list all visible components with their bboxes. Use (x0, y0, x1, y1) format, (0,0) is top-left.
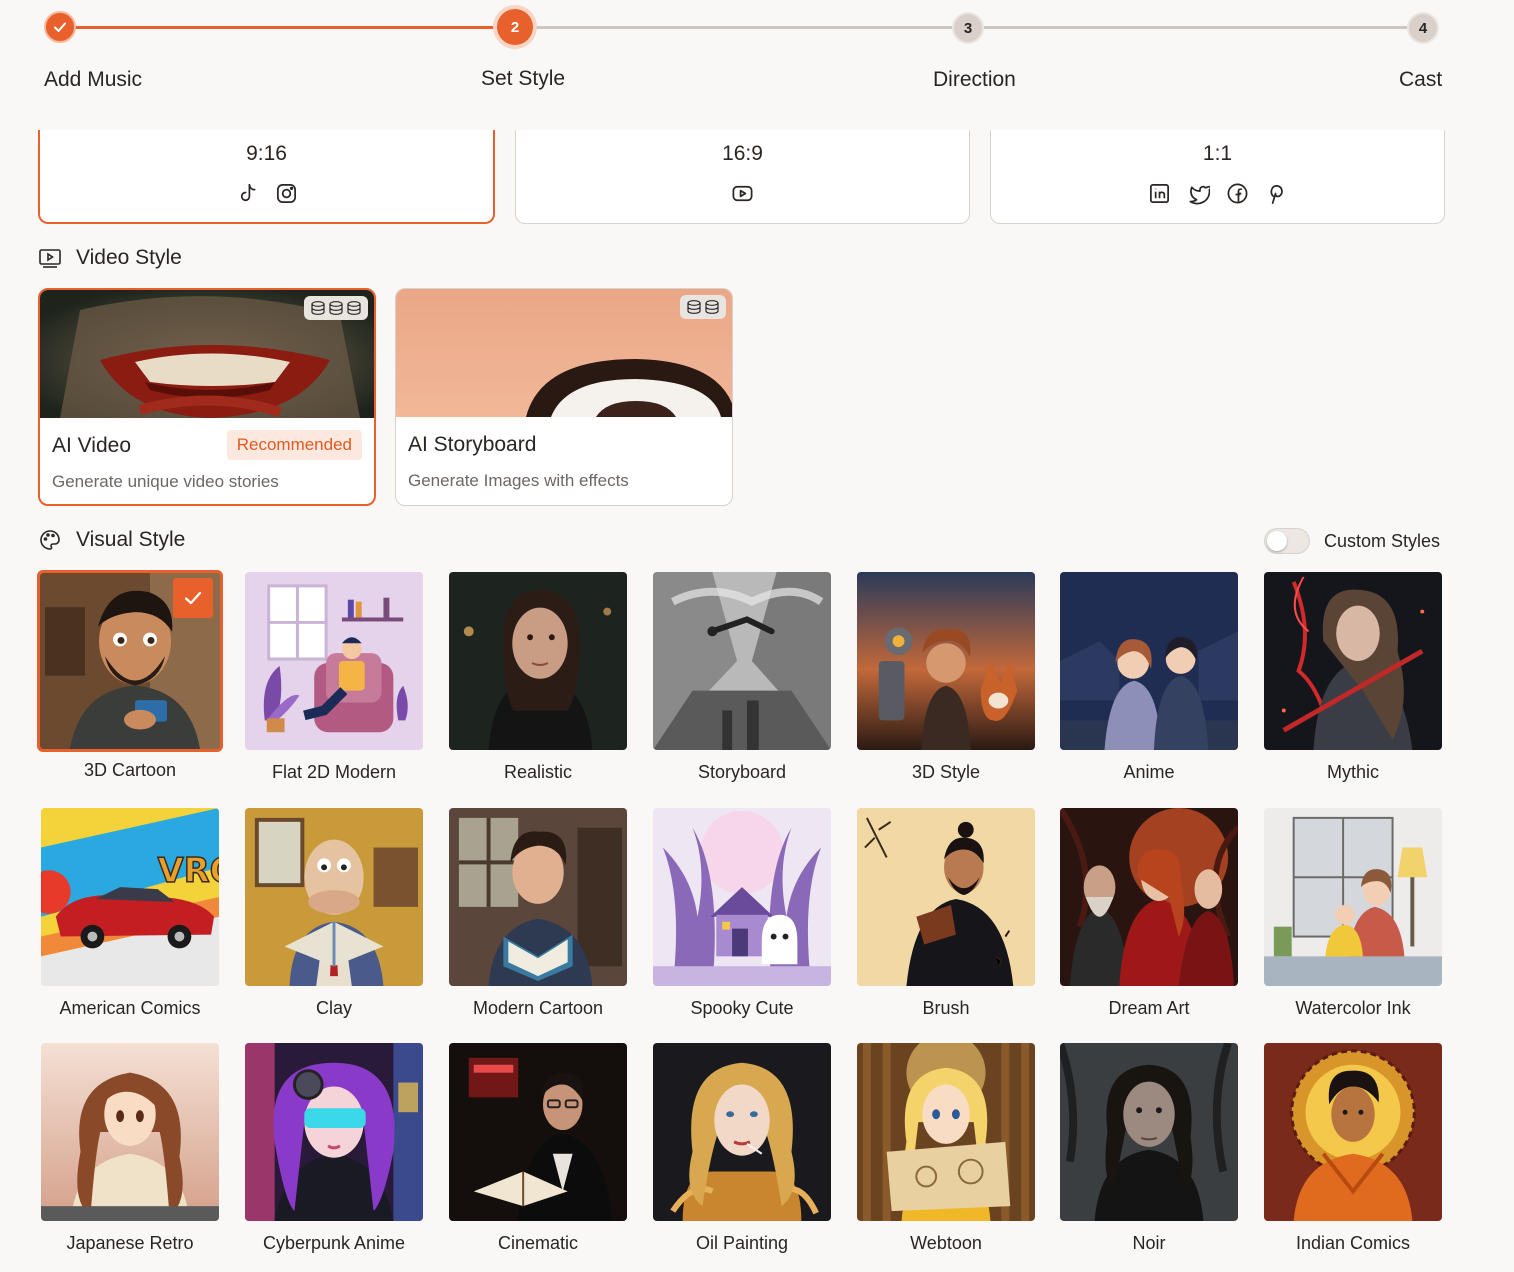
style-name: 3D Cartoon (83, 760, 177, 780)
style-name: Storyboard (697, 762, 787, 782)
selected-check-icon (173, 578, 213, 618)
palette-icon (40, 530, 60, 550)
step-2-label[interactable]: Set Style (481, 67, 565, 91)
step-2-indicator[interactable]: 2 (497, 9, 533, 45)
step-1-check-icon[interactable] (44, 11, 76, 43)
style-name: Cinematic (497, 1233, 579, 1253)
coin-stack-icon (311, 301, 325, 315)
style-name: Anime (1123, 762, 1175, 782)
card-title: AI Video (52, 434, 132, 457)
instagram-icon (276, 184, 296, 203)
video-style-title: Video Style (76, 246, 182, 269)
ai-storyboard-thumbnail (396, 289, 732, 417)
ratio-label: 1:1 (1202, 142, 1233, 165)
step-4-indicator[interactable]: 4 (1407, 12, 1439, 44)
custom-styles-toggle-row[interactable]: Custom Styles (1264, 528, 1440, 554)
step-4-label[interactable]: Cast (1399, 68, 1442, 92)
style-name: Dream Art (1108, 998, 1190, 1018)
style-name: 3D Style (911, 762, 981, 782)
video-card-ai-video[interactable]: AI Video Recommended Generate unique vid… (38, 288, 376, 506)
custom-styles-toggle[interactable] (1264, 528, 1310, 554)
style-name: Clay (315, 998, 352, 1018)
tiktok-icon (240, 184, 256, 202)
credit-cost-2 (680, 295, 726, 319)
style-name: Watercolor Ink (1295, 998, 1411, 1018)
visual-style-heading: Visual Style (38, 528, 185, 552)
style-name: Modern Cartoon (472, 998, 604, 1018)
card-description: Generate Images with effects (408, 471, 629, 490)
style-name: Brush (922, 998, 970, 1018)
style-name: Flat 2D Modern (271, 762, 397, 782)
style-name: Realistic (503, 762, 573, 782)
ratio-card-1-1[interactable]: 1:1 (990, 120, 1445, 224)
custom-styles-label: Custom Styles (1324, 530, 1441, 551)
video-icon (39, 249, 61, 268)
ratio-label: 9:16 (246, 142, 287, 165)
pinterest-icon (1269, 184, 1283, 204)
style-name: Oil Painting (695, 1233, 789, 1253)
style-name: Japanese Retro (66, 1233, 194, 1253)
credit-cost-3 (304, 296, 368, 320)
visual-style-title: Visual Style (76, 528, 186, 551)
ratio-card-16-9[interactable]: 16:9 (515, 120, 970, 224)
style-name: Indian Comics (1295, 1233, 1411, 1253)
stepper: 2 3 4 Add Music Set Style Direction Cast (0, 0, 1514, 130)
coin-stack-icon (347, 301, 361, 315)
progress-line-completed (60, 26, 515, 29)
style-name: Spooky Cute (690, 998, 794, 1018)
coin-stack-icon (329, 301, 343, 315)
video-card-ai-storyboard[interactable]: AI Storyboard Generate Images with effec… (395, 288, 733, 506)
coin-stack-icon (705, 300, 719, 314)
linkedin-icon (1149, 184, 1169, 203)
step-3-indicator[interactable]: 3 (952, 12, 984, 44)
step-3-label[interactable]: Direction (933, 68, 1016, 92)
style-name: Cyberpunk Anime (262, 1233, 406, 1253)
video-style-heading: Video Style (38, 246, 182, 270)
style-name: Mythic (1326, 762, 1379, 782)
recommended-badge: Recommended (226, 430, 362, 460)
twitter-icon (1188, 185, 1210, 205)
ratio-card-9-16[interactable]: 9:16 (38, 120, 495, 224)
style-name: Webtoon (910, 1233, 982, 1253)
step-1-label[interactable]: Add Music (44, 68, 142, 92)
card-title: AI Storyboard (408, 433, 537, 456)
svg-text:VRO: VRO (158, 851, 219, 890)
ratio-label: 16:9 (722, 142, 763, 165)
youtube-icon (732, 185, 753, 202)
card-description: Generate unique video stories (52, 472, 279, 491)
coin-stack-icon (687, 300, 701, 314)
ai-video-thumbnail (40, 290, 374, 418)
facebook-icon (1227, 183, 1247, 204)
style-name: Noir (1132, 1233, 1166, 1253)
style-name: American Comics (59, 998, 201, 1018)
